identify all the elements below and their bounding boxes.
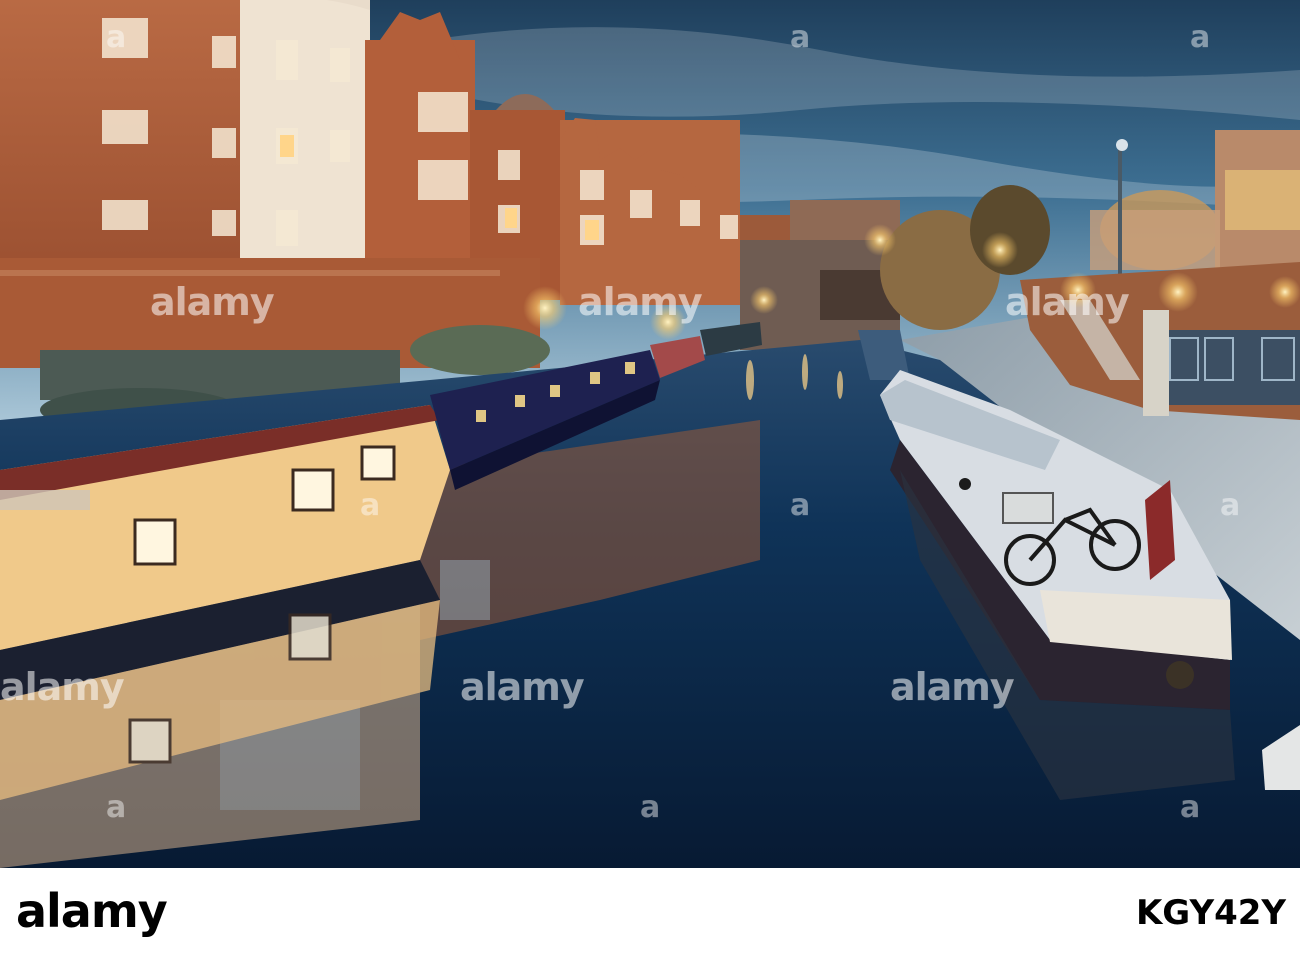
- image-id: KGY42Y: [1135, 893, 1286, 933]
- alamy-logo[interactable]: alamy: [16, 888, 168, 934]
- canal-photo: [0, 0, 1300, 868]
- stock-photo-page: alamy alamy alamy alamy alamy alamy a a …: [0, 0, 1300, 956]
- footer-bar: [0, 868, 1300, 956]
